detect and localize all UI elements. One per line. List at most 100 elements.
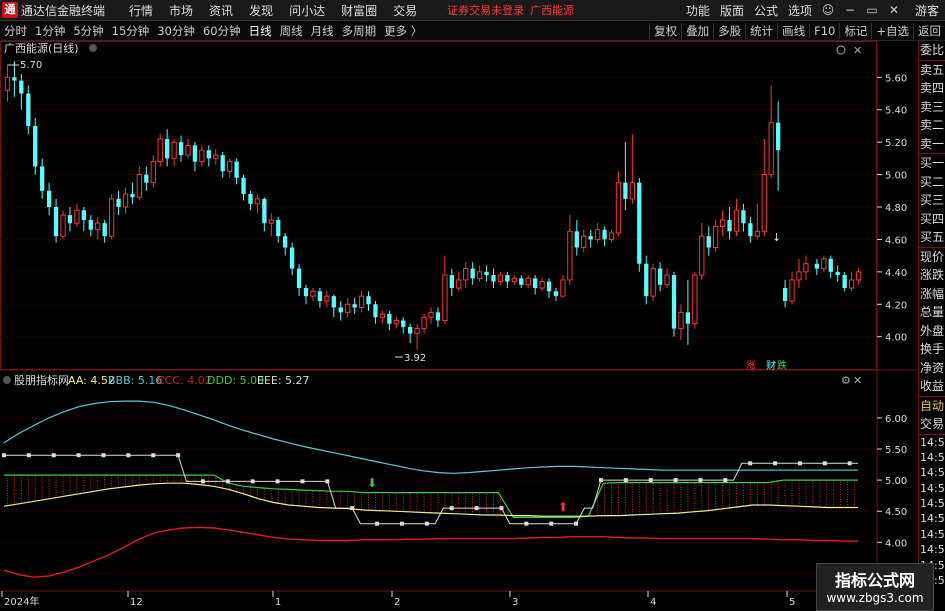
eee-marker [574, 521, 579, 526]
candle-body-down [33, 125, 38, 167]
current-stock-tag: 广西能源 [530, 4, 575, 17]
period-30min[interactable]: 30分钟 [153, 23, 199, 39]
candle-body-down [505, 275, 510, 282]
menu-layout[interactable]: 版面 [715, 2, 749, 19]
period-weekly[interactable]: 周线 [276, 23, 307, 39]
eee-marker [698, 478, 703, 483]
period-60min[interactable]: 60分钟 [199, 23, 245, 39]
chart-menu-icon[interactable] [89, 44, 97, 52]
finance-marker[interactable]: 财 [766, 359, 776, 372]
menu-options[interactable]: 选项 [783, 2, 817, 19]
quote-bid1[interactable]: 买一 [919, 154, 945, 173]
candle-body-down [644, 263, 649, 297]
quote-ask5[interactable]: 卖五 [919, 61, 945, 80]
period-more[interactable]: 更多 〉 [380, 23, 426, 39]
candle-body-down [338, 307, 343, 313]
candle-body-down [19, 80, 24, 94]
statistics-button[interactable]: 统计 [745, 22, 777, 39]
overlay-button[interactable]: 叠加 [681, 22, 713, 39]
candle-body-down [741, 210, 746, 224]
candle-body-up [442, 274, 448, 321]
x-axis: 2024年 12 1 2 3 4 5 [1, 591, 795, 608]
candle-body-down [289, 247, 295, 269]
chart-close-icon[interactable]: ✕ [853, 44, 862, 57]
draw-line-button[interactable]: 画线 [777, 22, 809, 39]
candle-body-up [4, 76, 11, 91]
multi-stock-button[interactable]: 多股 [713, 22, 745, 39]
menu-trade[interactable]: 交易 [385, 2, 425, 19]
menu-function[interactable]: 功能 [681, 2, 715, 19]
period-multi[interactable]: 多周期 [338, 23, 381, 39]
quote-ask1[interactable]: 卖一 [919, 135, 945, 154]
user-icon[interactable]: ☺ [817, 3, 839, 17]
tick-time: 14:56 [920, 435, 945, 449]
eee-marker [26, 453, 31, 458]
mark-button[interactable]: 标记 [839, 22, 871, 39]
indicator-settings-icon[interactable]: ⚙ [841, 374, 851, 387]
candles[interactable] [4, 61, 862, 350]
menu-market[interactable]: 市场 [161, 2, 201, 19]
fall-marker[interactable]: 跌 [777, 359, 787, 372]
menu-news[interactable]: 资讯 [201, 2, 241, 19]
candle-body-up [157, 138, 163, 163]
maximize-icon[interactable]: ▭ [861, 3, 883, 17]
period-1min[interactable]: 1分钟 [31, 23, 69, 39]
quote-ask3[interactable]: 卖三 [919, 98, 945, 117]
bbb-line [3, 400, 858, 474]
candle-body-up [511, 277, 517, 283]
chart-canvas[interactable]: 广西能源(日线) 5.70 3.92 ↓ 涨 财 跌 ✕ 5.60 5.40 5.2… [0, 41, 918, 609]
candle-body-down [102, 223, 107, 237]
eee-marker [399, 521, 404, 526]
quote-bid5[interactable]: 买五 [919, 228, 945, 248]
candle-body-up [713, 225, 719, 249]
period-daily[interactable]: 日线 [245, 23, 276, 39]
eee-marker [474, 506, 479, 511]
indicator-close-icon[interactable]: ✕ [853, 374, 862, 387]
period-15min[interactable]: 15分钟 [108, 23, 154, 39]
candle-body-up [664, 274, 670, 286]
candle-body-up [74, 209, 80, 224]
candle-body-up [428, 311, 434, 318]
price-tick-label: 5.20 [885, 138, 907, 149]
candle-body-down [553, 291, 559, 297]
candle-body-up [226, 161, 233, 172]
f10-button[interactable]: F10 [809, 23, 839, 38]
candle-body-up [733, 209, 740, 232]
quote-bid2[interactable]: 买二 [919, 173, 945, 192]
auto-toggle[interactable]: 自动 [919, 397, 945, 416]
period-intraday[interactable]: 分时 [0, 23, 31, 39]
indicator-axis: 6.005.505.004.504.003.50 [877, 414, 907, 580]
adjust-button[interactable]: 复权 [649, 22, 681, 39]
period-5min[interactable]: 5分钟 [69, 23, 107, 39]
quote-bid4[interactable]: 买四 [919, 210, 945, 229]
price-tick-label: 4.20 [885, 300, 907, 311]
quote-ask2[interactable]: 卖二 [919, 116, 945, 135]
period-monthly[interactable]: 月线 [307, 23, 338, 39]
quote-ask4[interactable]: 卖四 [919, 79, 945, 98]
candle-body-up [754, 230, 760, 237]
chart-settings-icon[interactable] [836, 45, 846, 55]
eee-marker [200, 479, 205, 484]
indicator-tick-label: 5.00 [885, 476, 907, 487]
add-watchlist-button[interactable]: +自选 [871, 22, 913, 39]
menu-wealth[interactable]: 财富圈 [333, 2, 385, 19]
back-button[interactable]: 返回 [913, 22, 945, 39]
candle-body-down [657, 268, 663, 285]
rise-marker[interactable]: 涨 [746, 360, 756, 372]
guest-label[interactable]: 游客 [905, 2, 945, 19]
quote-bid-ratio[interactable]: 委比 [919, 41, 945, 61]
candle-body-down [88, 219, 93, 230]
candle-body-down [192, 145, 198, 162]
menu-formula[interactable]: 公式 [749, 2, 783, 19]
menu-quotes[interactable]: 行情 [121, 2, 161, 19]
candle-body-up [136, 174, 143, 198]
indicator-menu-icon[interactable] [3, 376, 11, 384]
indicator-bbb: BBB: 5.16 [108, 374, 162, 387]
login-warning[interactable]: 证券交易未登录 [425, 2, 530, 18]
menu-ask[interactable]: 问小达 [281, 2, 333, 19]
menu-discover[interactable]: 发现 [241, 2, 281, 19]
trade-link[interactable]: 交易 [919, 415, 945, 435]
quote-bid3[interactable]: 买三 [919, 191, 945, 210]
minimize-icon[interactable]: − [839, 3, 861, 17]
close-icon[interactable]: ✕ [883, 3, 905, 17]
